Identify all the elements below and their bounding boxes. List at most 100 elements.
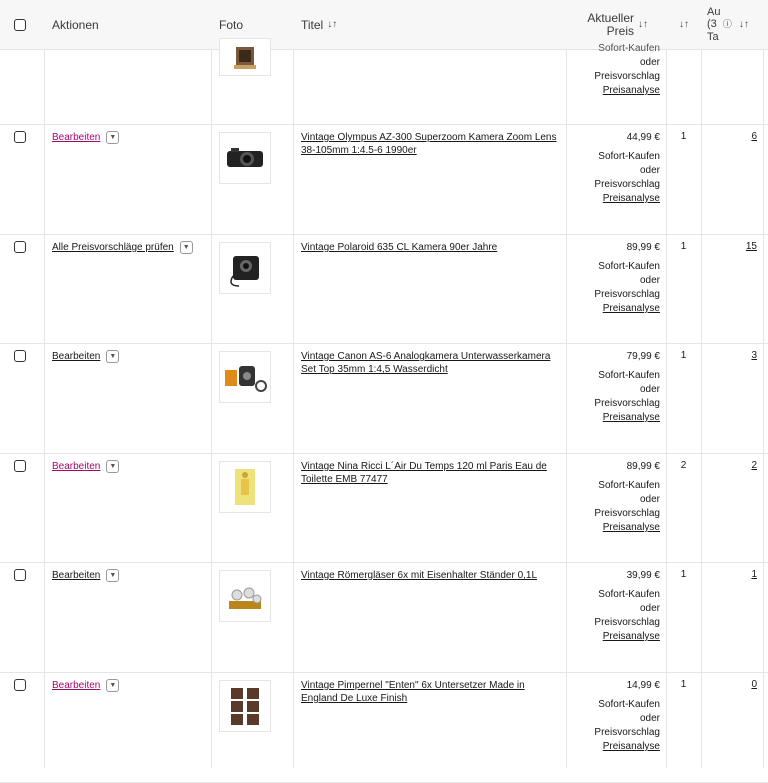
- preisanalyse-link[interactable]: Preisanalyse: [566, 521, 660, 535]
- product-photo[interactable]: [219, 461, 271, 513]
- table-row-partial: Sofort-Kaufen oder Preisvorschlag Preisa…: [0, 38, 768, 125]
- format-line3: Preisvorschlag: [594, 179, 660, 190]
- chevron-down-icon[interactable]: ▼: [179, 241, 193, 254]
- header-select-all[interactable]: [14, 0, 26, 49]
- count-link[interactable]: 0: [701, 679, 757, 690]
- format-line1: Sofort-Kaufen: [598, 699, 660, 710]
- preisanalyse-link[interactable]: Preisanalyse: [566, 192, 660, 206]
- table-row: Bearbeiten ▼ Vintage Olympus AZ-300 Supe…: [0, 124, 768, 235]
- header-titel-label: Titel: [301, 17, 324, 32]
- format-line2: oder: [639, 494, 660, 505]
- sort-icon[interactable]: ↓↑: [327, 19, 337, 30]
- sort-icon[interactable]: ↓↑: [739, 19, 749, 30]
- quantity: 1: [680, 131, 687, 142]
- header-aktionen: Aktionen: [52, 17, 99, 32]
- table-row: Bearbeiten ▼ Vintage Römergläser 6x mit …: [0, 562, 768, 673]
- price-value: 14,99 €: [626, 680, 660, 691]
- quantity: 1: [680, 569, 687, 580]
- price-cell: 39,99 € Sofort-Kaufen oder Preisvorschla…: [566, 569, 660, 644]
- price-cell: Sofort-Kaufen oder Preisvorschlag Preisa…: [566, 42, 660, 98]
- preisanalyse-link[interactable]: Preisanalyse: [566, 630, 660, 644]
- chevron-down-icon[interactable]: ▼: [106, 460, 120, 473]
- format-line1: Sofort-Kaufen: [598, 480, 660, 491]
- sort-icon[interactable]: ↓↑: [638, 19, 648, 30]
- header-preis-line1: Aktueller: [587, 10, 634, 25]
- action-cell: Bearbeiten ▼: [52, 131, 120, 144]
- format-line2: oder: [639, 384, 660, 395]
- product-photo[interactable]: [219, 570, 271, 622]
- info-icon[interactable]: ⓘ: [723, 19, 732, 29]
- product-photo[interactable]: [219, 132, 271, 184]
- table-row: Bearbeiten ▼ Vintage Pimpernel "Enten" 6…: [0, 672, 768, 783]
- format-line2: oder: [639, 603, 660, 614]
- header-titel[interactable]: Titel ↓↑: [301, 0, 337, 49]
- quantity: 1: [680, 350, 687, 361]
- chevron-down-icon[interactable]: ▼: [106, 569, 120, 582]
- action-cell: Bearbeiten ▼: [52, 569, 120, 582]
- format-line1: Sofort-Kaufen: [598, 151, 660, 162]
- header-last-line2: (3: [707, 18, 717, 30]
- price-cell: 89,99 € Sofort-Kaufen oder Preisvorschla…: [566, 460, 660, 535]
- preisanalyse-link[interactable]: Preisanalyse: [566, 411, 660, 425]
- preisanalyse-link[interactable]: Preisanalyse: [566, 302, 660, 316]
- price-value: 89,99 €: [626, 242, 660, 253]
- action-link[interactable]: Bearbeiten: [52, 570, 100, 581]
- row-checkbox[interactable]: [14, 679, 26, 691]
- product-photo[interactable]: [219, 242, 271, 294]
- price-value: 89,99 €: [626, 461, 660, 472]
- action-link[interactable]: Bearbeiten: [52, 351, 100, 362]
- listing-title[interactable]: Vintage Olympus AZ-300 Superzoom Kamera …: [301, 131, 559, 157]
- listing-title[interactable]: Vintage Römergläser 6x mit Eisenhalter S…: [301, 569, 559, 582]
- preisanalyse-link[interactable]: Preisanalyse: [566, 740, 660, 754]
- row-checkbox[interactable]: [14, 569, 26, 581]
- listing-title[interactable]: Vintage Nina Ricci L´Air Du Temps 120 ml…: [301, 460, 559, 486]
- action-cell: Bearbeiten ▼: [52, 679, 120, 692]
- table-row: Alle Preisvorschläge prüfen ▼ Vintage Po…: [0, 234, 768, 344]
- format-line3: Preisvorschlag: [594, 508, 660, 519]
- count-link[interactable]: 1: [701, 569, 757, 580]
- count-link[interactable]: 15: [701, 241, 757, 252]
- count-link[interactable]: 6: [701, 131, 757, 142]
- action-link[interactable]: Bearbeiten: [52, 132, 100, 143]
- price-cell: 79,99 € Sofort-Kaufen oder Preisvorschla…: [566, 350, 660, 425]
- action-link[interactable]: Bearbeiten: [52, 461, 100, 472]
- format-line2: oder: [639, 165, 660, 176]
- header-qty-sort[interactable]: ↓↑: [675, 0, 689, 49]
- format-line2: oder: [639, 713, 660, 724]
- price-value: 44,99 €: [626, 132, 660, 143]
- action-cell: Bearbeiten ▼: [52, 350, 120, 363]
- price-cell: 44,99 € Sofort-Kaufen oder Preisvorschla…: [566, 131, 660, 206]
- action-cell: Alle Preisvorschläge prüfen ▼: [52, 241, 193, 254]
- count-link[interactable]: 2: [701, 460, 757, 471]
- format-line1: Sofort-Kaufen: [598, 370, 660, 381]
- header-last[interactable]: Au (3 ⓘ ↓↑ Ta: [707, 0, 749, 49]
- product-photo[interactable]: [219, 680, 271, 732]
- price-cell: 89,99 € Sofort-Kaufen oder Preisvorschla…: [566, 241, 660, 316]
- format-line1: Sofort-Kaufen: [598, 261, 660, 272]
- action-link[interactable]: Alle Preisvorschläge prüfen: [52, 242, 174, 253]
- row-checkbox[interactable]: [14, 350, 26, 362]
- listing-title[interactable]: Vintage Pimpernel "Enten" 6x Untersetzer…: [301, 679, 559, 705]
- select-all-checkbox[interactable]: [14, 18, 26, 31]
- chevron-down-icon[interactable]: ▼: [106, 131, 120, 144]
- product-photo[interactable]: [219, 38, 271, 76]
- chevron-down-icon[interactable]: ▼: [106, 679, 120, 692]
- chevron-down-icon[interactable]: ▼: [106, 350, 120, 363]
- preisanalyse-link[interactable]: Preisanalyse: [566, 84, 660, 98]
- row-checkbox[interactable]: [14, 131, 26, 143]
- count-link[interactable]: 3: [701, 350, 757, 361]
- format-line3: Preisvorschlag: [594, 617, 660, 628]
- quantity: 1: [680, 241, 687, 252]
- listing-title[interactable]: Vintage Polaroid 635 CL Kamera 90er Jahr…: [301, 241, 559, 254]
- table-row: Bearbeiten ▼ Vintage Canon AS-6 Analogka…: [0, 343, 768, 454]
- row-checkbox[interactable]: [14, 241, 26, 253]
- listing-title[interactable]: Vintage Canon AS-6 Analogkamera Unterwas…: [301, 350, 559, 376]
- header-last-line1: Au: [707, 6, 721, 18]
- action-link[interactable]: Bearbeiten: [52, 680, 100, 691]
- product-photo[interactable]: [219, 351, 271, 403]
- format-line1: Sofort-Kaufen: [598, 589, 660, 600]
- quantity: 1: [680, 679, 687, 690]
- row-checkbox[interactable]: [14, 460, 26, 472]
- format-line3: Preisvorschlag: [594, 727, 660, 738]
- sort-icon[interactable]: ↓↑: [679, 19, 689, 30]
